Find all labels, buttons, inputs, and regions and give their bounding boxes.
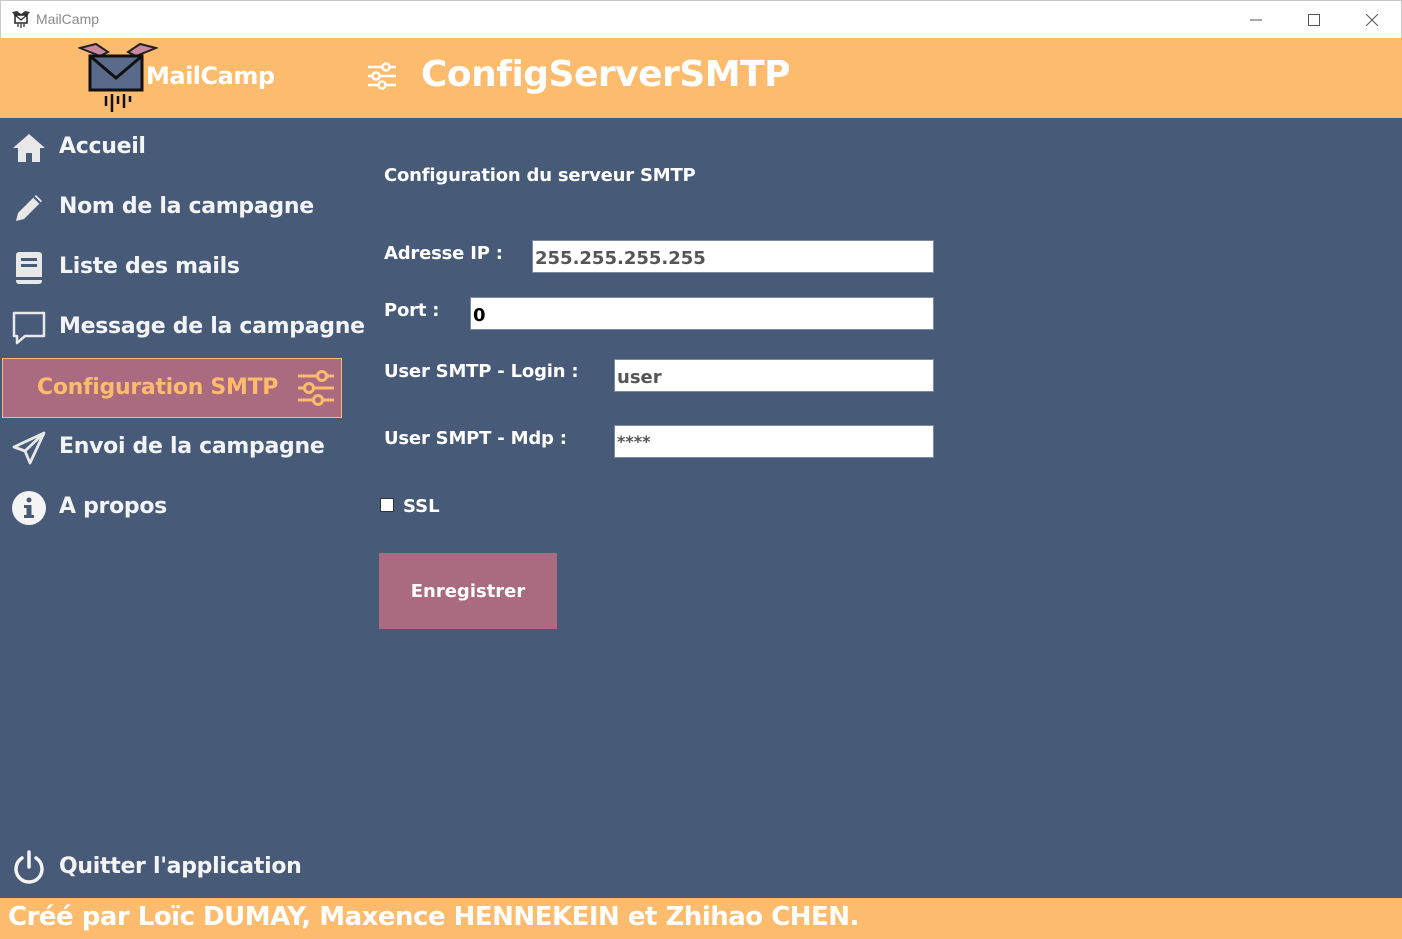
sidebar-item-configuration-smtp[interactable]: Configuration SMTP bbox=[2, 358, 342, 418]
mailcamp-small-icon bbox=[12, 11, 30, 28]
sidebar-item-envoi-campagne[interactable]: Envoi de la campagne bbox=[0, 418, 344, 478]
info-icon bbox=[10, 490, 48, 526]
credits-text: Créé par Loïc DUMAY, Maxence HENNEKEIN e… bbox=[8, 902, 859, 932]
sidebar-item-accueil[interactable]: Accueil bbox=[0, 118, 344, 178]
save-button[interactable]: Enregistrer bbox=[379, 553, 557, 629]
send-icon bbox=[10, 430, 48, 466]
window-titlebar: MailCamp bbox=[0, 0, 1402, 38]
ssl-checkbox[interactable] bbox=[380, 498, 394, 512]
password-label: User SMPT - Mdp : bbox=[384, 428, 567, 449]
sidebar-item-label: Accueil bbox=[59, 134, 146, 159]
sidebar-item-liste-mails[interactable]: Liste des mails bbox=[0, 238, 344, 298]
sliders-icon bbox=[368, 62, 396, 90]
app-footer: Créé par Loïc DUMAY, Maxence HENNEKEIN e… bbox=[0, 898, 1402, 939]
main-content: Configuration du serveur SMTP Adresse IP… bbox=[344, 118, 1402, 898]
ip-label: Adresse IP : bbox=[384, 243, 503, 264]
section-title: Configuration du serveur SMTP bbox=[384, 165, 696, 186]
sidebar-item-a-propos[interactable]: A propos bbox=[0, 478, 344, 538]
sidebar-item-label: Nom de la campagne bbox=[59, 194, 314, 219]
port-input[interactable] bbox=[470, 297, 934, 330]
sidebar-item-label: Envoi de la campagne bbox=[59, 434, 325, 459]
password-input[interactable] bbox=[614, 425, 934, 458]
book-icon bbox=[10, 250, 48, 286]
maximize-icon bbox=[1308, 14, 1320, 26]
window-title: MailCamp bbox=[36, 11, 100, 27]
quit-button[interactable]: Quitter l'application bbox=[0, 838, 344, 898]
minimize-icon bbox=[1250, 19, 1262, 21]
port-label: Port : bbox=[384, 300, 440, 321]
login-label: User SMTP - Login : bbox=[384, 361, 579, 382]
close-button[interactable] bbox=[1343, 1, 1401, 39]
quit-label: Quitter l'application bbox=[59, 854, 302, 879]
sidebar: Accueil Nom de la campagne Liste des mai… bbox=[0, 118, 365, 898]
ip-input[interactable] bbox=[532, 240, 934, 273]
minimize-button[interactable] bbox=[1227, 1, 1285, 39]
login-input[interactable] bbox=[614, 359, 934, 392]
sidebar-item-label: Configuration SMTP bbox=[37, 375, 279, 400]
ssl-label: SSL bbox=[403, 496, 440, 517]
sidebar-item-label: Message de la campagne bbox=[59, 314, 365, 339]
sidebar-item-nom-campagne[interactable]: Nom de la campagne bbox=[0, 178, 344, 238]
brand-name: MailCamp bbox=[146, 62, 275, 90]
sidebar-item-label: A propos bbox=[59, 494, 167, 519]
maximize-button[interactable] bbox=[1285, 1, 1343, 39]
pencil-icon bbox=[10, 190, 48, 226]
page-title: ConfigServerSMTP bbox=[421, 54, 790, 95]
close-icon bbox=[1366, 14, 1378, 26]
sidebar-item-message-campagne[interactable]: Message de la campagne bbox=[0, 298, 365, 358]
sliders-icon bbox=[298, 370, 334, 406]
sidebar-item-label: Liste des mails bbox=[59, 254, 240, 279]
message-icon bbox=[10, 310, 48, 346]
app-header: MailCamp ConfigServerSMTP bbox=[0, 38, 1402, 118]
power-icon bbox=[10, 850, 48, 886]
home-icon bbox=[10, 130, 48, 166]
